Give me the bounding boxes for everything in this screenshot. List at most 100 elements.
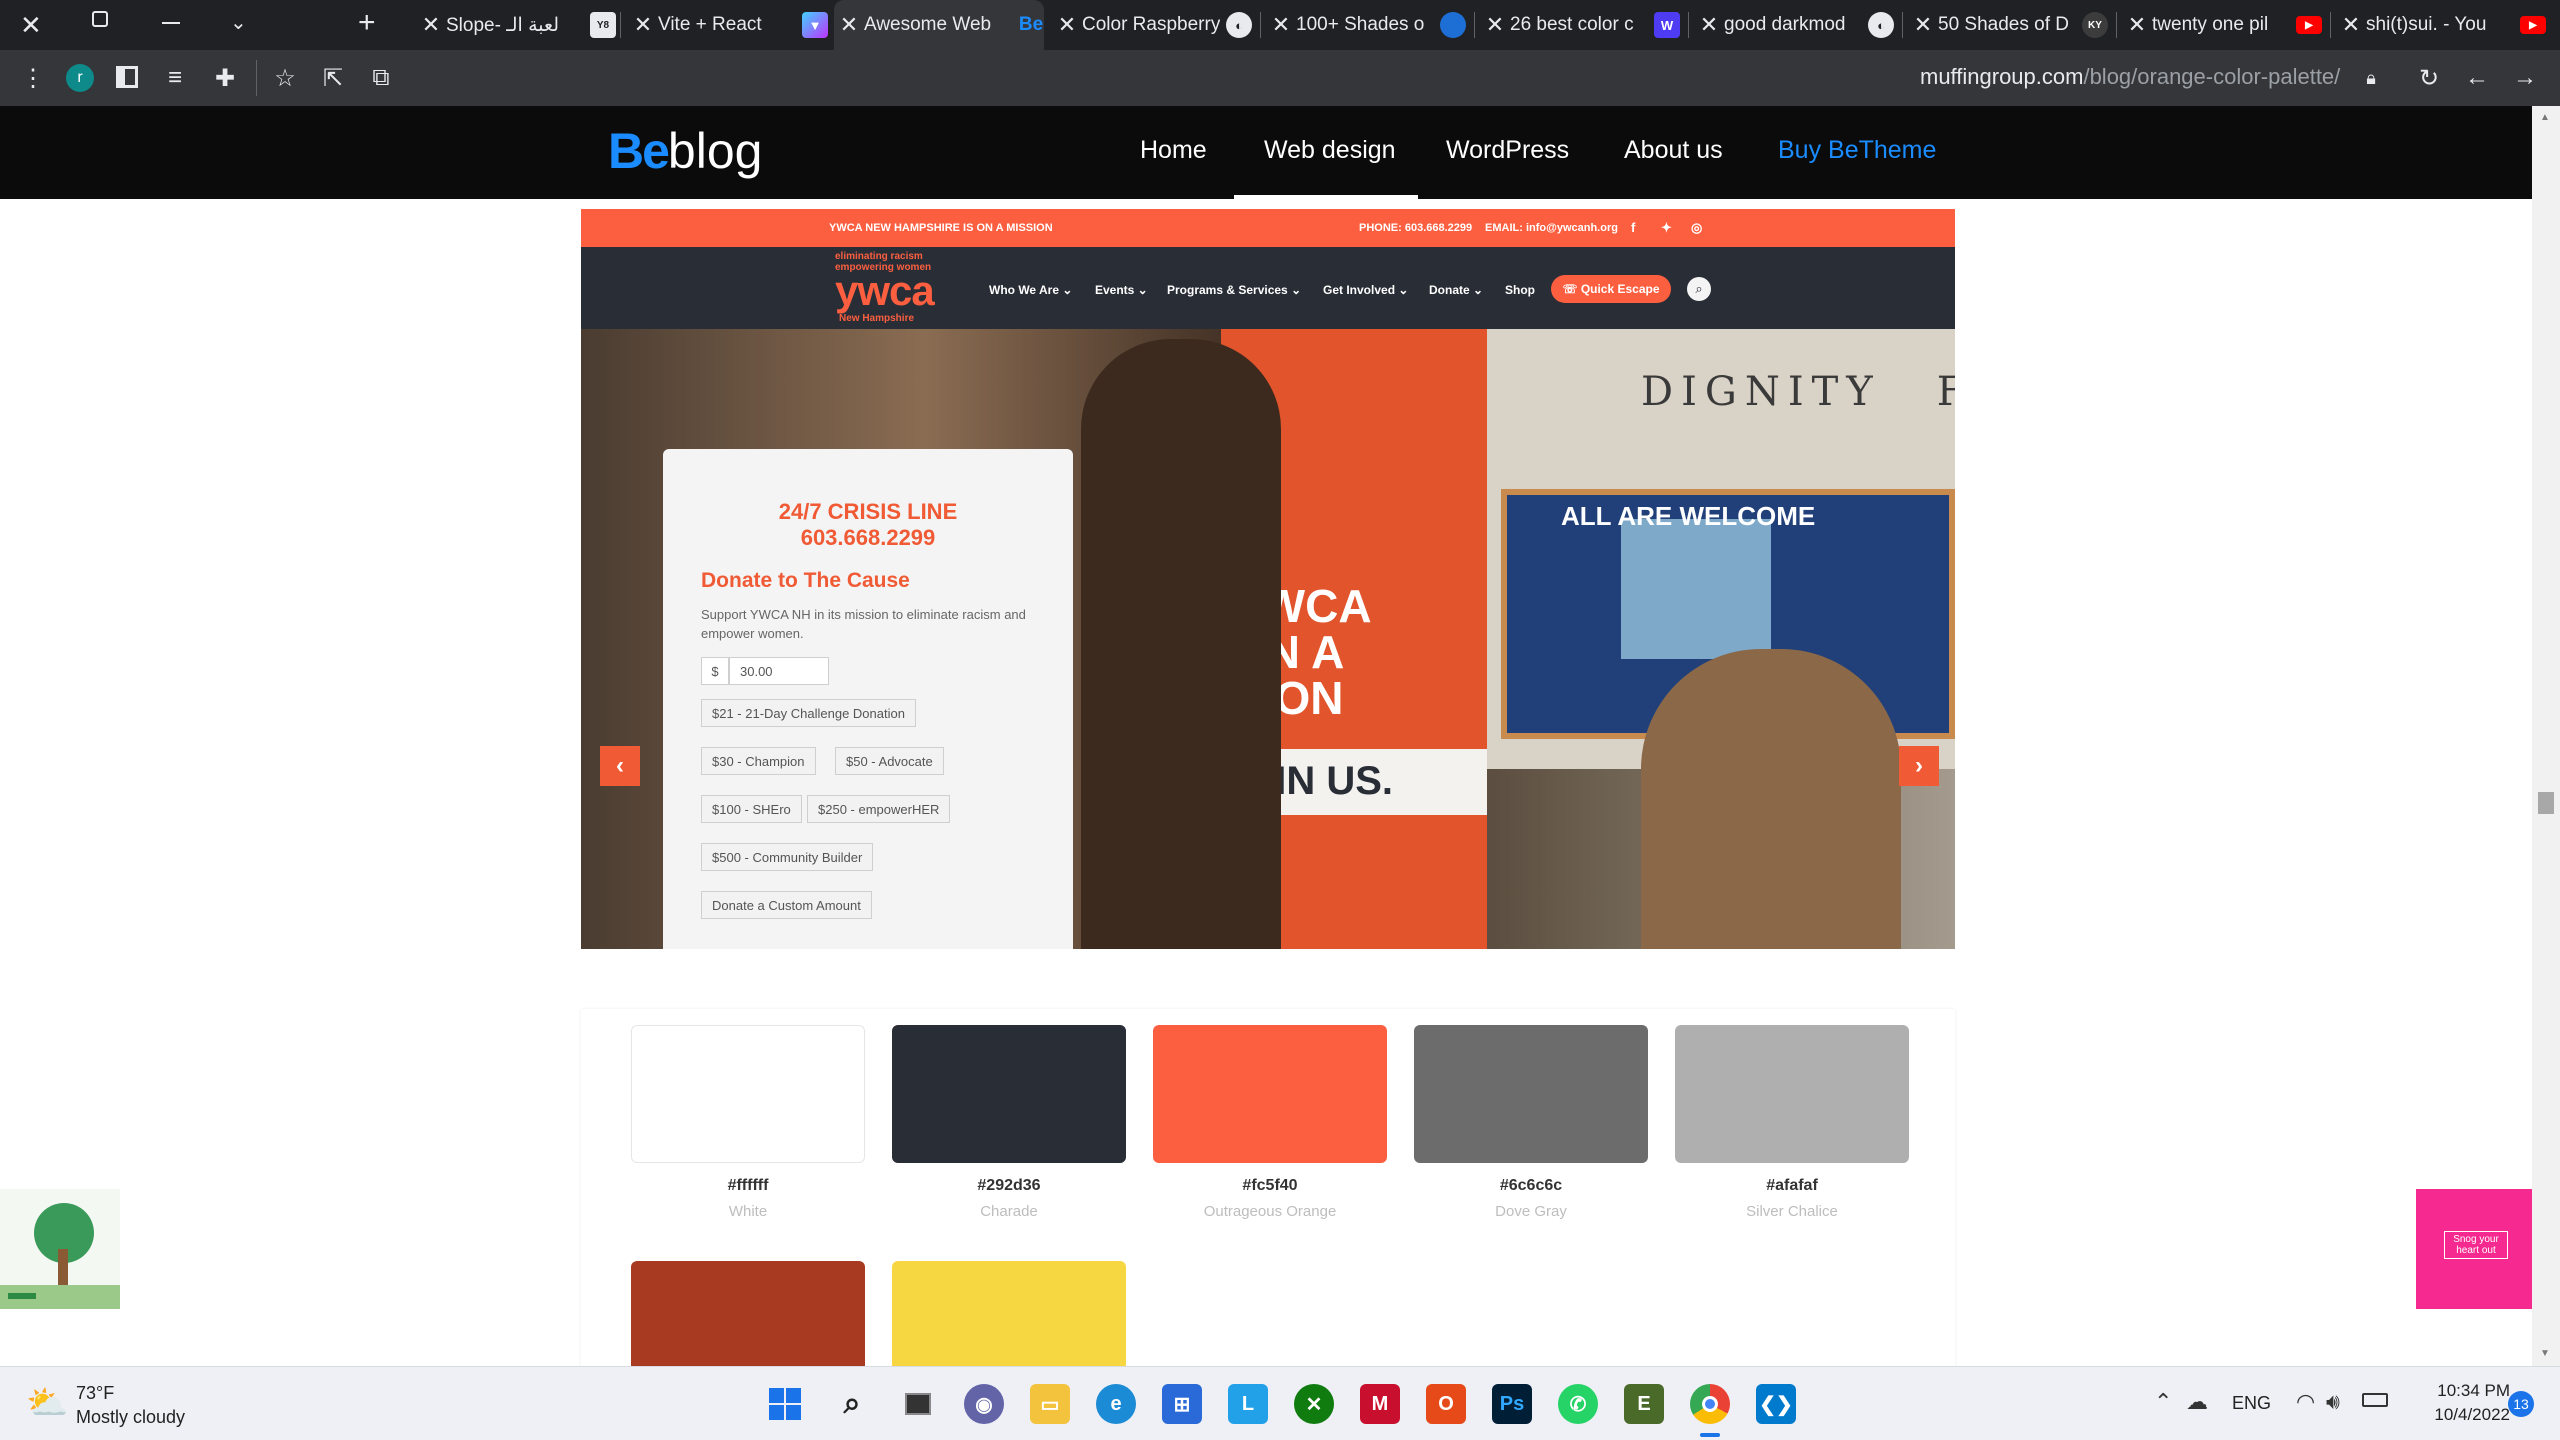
vite-favicon-icon: ▼	[802, 12, 828, 38]
tab-100-shades[interactable]: ✕ 100+ Shades o	[1266, 0, 1466, 50]
nav-home[interactable]: Home	[1140, 136, 1207, 165]
battery-icon[interactable]	[2362, 1393, 2388, 1407]
tab-26-best-color[interactable]: ✕ 26 best color c W	[1480, 0, 1680, 50]
swatch-hex: #fc5f40	[1242, 1177, 1298, 1194]
ywca-nav-programs: Programs & Services ⌄	[1167, 283, 1302, 297]
share-icon[interactable]: ⇱	[318, 63, 348, 93]
swatch	[892, 1261, 1126, 1366]
app-e-icon[interactable]: E	[1624, 1384, 1664, 1424]
weather-temp[interactable]: 73°F	[76, 1383, 114, 1404]
reading-list-icon[interactable]: ≡	[160, 63, 190, 93]
tab-shitsui[interactable]: ✕ shi(t)sui. - You ▶	[2336, 0, 2546, 50]
photoshop-icon[interactable]: Ps	[1492, 1384, 1532, 1424]
office-icon[interactable]: O	[1426, 1384, 1466, 1424]
address-bar[interactable]: muffingroup.com/blog/orange-color-palett…	[1920, 64, 2340, 94]
extensions-icon[interactable]: ✚	[210, 63, 240, 93]
scroll-up-arrow-icon[interactable]: ▲	[2540, 112, 2550, 123]
whatsapp-icon[interactable]: ✆	[1558, 1384, 1598, 1424]
weather-icon[interactable]: ⛅	[26, 1383, 68, 1423]
translate-icon[interactable]: ⧉	[366, 63, 396, 93]
profile-avatar[interactable]: r	[66, 64, 94, 92]
sidebar-icon[interactable]	[116, 66, 138, 88]
nav-buy-betheme[interactable]: Buy BeTheme	[1778, 136, 1936, 165]
close-icon[interactable]: ✕	[2122, 12, 2152, 38]
onedrive-icon[interactable]: ☁	[2186, 1389, 2208, 1415]
ywca-nav-who-we-are: Who We Are ⌄	[989, 283, 1073, 297]
forward-arrow-icon[interactable]: →	[2510, 63, 2540, 93]
weather-desc[interactable]: Mostly cloudy	[76, 1407, 185, 1428]
back-arrow-icon[interactable]: ←	[2462, 63, 2492, 93]
nav-about-us[interactable]: About us	[1624, 136, 1723, 165]
close-window-icon[interactable]: ✕	[20, 10, 42, 41]
toolbar-separator	[256, 60, 257, 96]
scroll-down-arrow-icon[interactable]: ▼	[2540, 1348, 2550, 1359]
file-explorer-icon[interactable]: ▭	[1030, 1384, 1070, 1424]
slider-next-arrow-icon: ›	[1899, 746, 1939, 786]
menu-dots-icon[interactable]: ⋮	[18, 63, 48, 93]
lock-icon[interactable]: 🔒︎	[2356, 63, 2386, 93]
ywca-quick-escape-button: ☏ Quick Escape	[1551, 275, 1671, 303]
donation-option: Donate a Custom Amount	[701, 891, 872, 919]
donation-option: $50 - Advocate	[835, 747, 944, 775]
windows-taskbar: ⛅ 73°F Mostly cloudy ⌕ ◉ ▭ e ⊞ L ✕ M O P…	[0, 1366, 2560, 1440]
swatch	[1414, 1025, 1648, 1163]
teams-chat-icon[interactable]: ◉	[964, 1384, 1004, 1424]
close-icon[interactable]: ✕	[1694, 12, 1724, 38]
tab-awesome-web[interactable]: ✕ Awesome Web Be	[834, 0, 1044, 50]
tray-chevron-icon[interactable]: ⌃	[2154, 1389, 2172, 1415]
close-icon[interactable]: ✕	[1480, 12, 1510, 38]
wifi-icon[interactable]: ◠	[2296, 1389, 2315, 1415]
new-tab-button[interactable]: +	[358, 6, 376, 40]
tab-color-raspberry[interactable]: ✕ Color Raspberry ◐	[1052, 0, 1252, 50]
reload-icon[interactable]: ↻	[2414, 63, 2444, 93]
close-icon[interactable]: ✕	[1052, 12, 1082, 38]
search-icon[interactable]: ⌕	[832, 1384, 872, 1424]
close-icon[interactable]: ✕	[1908, 12, 1938, 38]
bookmark-star-icon[interactable]: ☆	[270, 63, 300, 93]
task-view-icon[interactable]	[898, 1384, 938, 1424]
tab-slope[interactable]: ✕ Slope- لعبة الـ Y8	[416, 0, 616, 50]
site-logo[interactable]: Beblog	[608, 122, 762, 180]
nav-web-design[interactable]: Web design	[1264, 136, 1396, 165]
xbox-icon[interactable]: ✕	[1294, 1384, 1334, 1424]
tab-twenty-one-pilots[interactable]: ✕ twenty one pil ▶	[2122, 0, 2322, 50]
right-side-ad[interactable]: Snog your heart out	[2416, 1189, 2532, 1309]
swatch	[631, 1025, 865, 1163]
swatch-name: Charade	[980, 1203, 1038, 1220]
launcher-l-icon[interactable]: L	[1228, 1384, 1268, 1424]
tab-50-shades[interactable]: ✕ 50 Shades of D KY	[1908, 0, 2108, 50]
tab-good-darkmode[interactable]: ✕ good darkmod ◐	[1694, 0, 1894, 50]
edge-icon[interactable]: e	[1096, 1384, 1136, 1424]
board-text: ALL ARE WELCOME	[1561, 501, 1816, 531]
slider-prev-arrow-icon: ‹	[600, 746, 640, 786]
clock-time[interactable]: 10:34 PM	[2420, 1381, 2510, 1401]
volume-icon[interactable]: 🔊︎	[2326, 1389, 2340, 1415]
clock-date[interactable]: 10/4/2022	[2420, 1405, 2510, 1425]
chrome-icon[interactable]	[1690, 1384, 1730, 1424]
restore-icon[interactable]	[92, 11, 108, 27]
close-icon[interactable]: ✕	[628, 12, 658, 38]
nav-wordpress[interactable]: WordPress	[1446, 136, 1569, 165]
tab-search-chevron-icon[interactable]: ⌄	[230, 10, 247, 35]
microsoft-store-icon[interactable]: ⊞	[1162, 1384, 1202, 1424]
language-indicator[interactable]: ENG	[2232, 1393, 2271, 1414]
close-icon[interactable]: ✕	[1266, 12, 1296, 38]
left-side-ad[interactable]	[0, 1189, 120, 1309]
scroll-thumb[interactable]	[2538, 792, 2554, 814]
crisis-line-title: 24/7 CRISIS LINE	[778, 499, 958, 524]
vscode-icon[interactable]: ❮❯	[1756, 1384, 1796, 1424]
dignity-sign: DIGNITYFOR	[1641, 369, 1955, 415]
url-path: /blog/orange-color-palette/	[2083, 64, 2341, 89]
close-icon[interactable]: ✕	[834, 12, 864, 38]
mcafee-icon[interactable]: M	[1360, 1384, 1400, 1424]
close-icon[interactable]: ✕	[416, 12, 446, 38]
tab-vite-react[interactable]: ✕ Vite + React ▼	[628, 0, 828, 50]
vertical-scrollbar[interactable]: ▲ ▼	[2532, 106, 2560, 1366]
chrome-active-indicator	[1700, 1433, 1720, 1437]
close-icon[interactable]: ✕	[2336, 12, 2366, 38]
ywca-nav-get-involved: Get Involved ⌄	[1323, 283, 1409, 297]
start-menu-icon[interactable]	[765, 1384, 805, 1424]
minimize-icon[interactable]	[162, 22, 180, 24]
notification-badge[interactable]: 13	[2508, 1391, 2534, 1417]
person-right	[1641, 649, 1901, 949]
